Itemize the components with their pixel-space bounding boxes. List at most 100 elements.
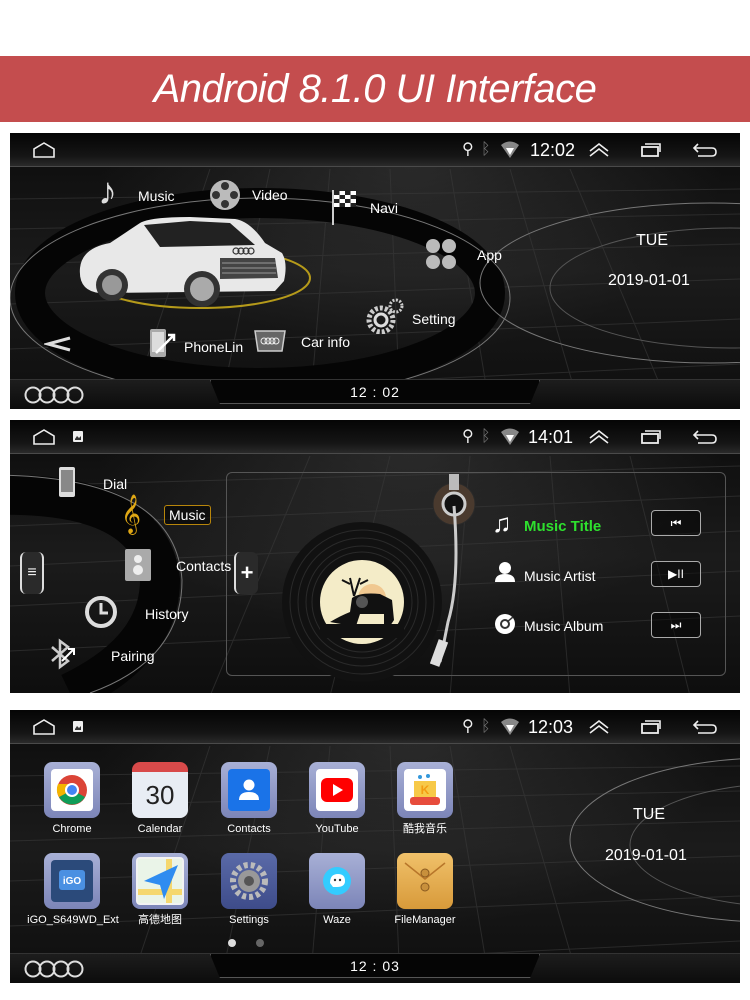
menu-drawer-button[interactable]: ≡ (20, 552, 44, 594)
audi-rings-logo[interactable] (24, 386, 86, 404)
page-indicator-dot-active[interactable] (228, 939, 236, 947)
previous-icon: ⏮ (670, 515, 682, 530)
previous-track-button[interactable]: ⏮ (651, 510, 701, 536)
expand-icon[interactable] (588, 718, 610, 734)
menu-app[interactable]: App (477, 247, 502, 263)
svg-text:K: K (421, 783, 430, 797)
svg-text:iGO: iGO (63, 876, 82, 887)
amap-arrow-icon (138, 859, 182, 903)
usb-icon: ⚲ (462, 428, 474, 445)
menu-dial[interactable]: Dial (103, 476, 127, 492)
wifi-icon (501, 718, 519, 735)
phone-link-icon[interactable] (146, 327, 178, 361)
bottom-bar: 12 : 03 (10, 953, 740, 983)
expand-icon[interactable] (588, 141, 610, 157)
bluetooth-pairing-icon[interactable] (44, 637, 78, 671)
film-reel-icon[interactable] (208, 178, 242, 212)
play-pause-button[interactable]: ▶II (651, 561, 701, 587)
car-image (79, 217, 286, 307)
envelope-folder-icon (404, 862, 446, 892)
date-label: 2019-01-01 (608, 272, 690, 289)
app-waze[interactable] (309, 853, 365, 909)
app-calendar[interactable]: 30 (132, 762, 188, 818)
menu-car-info[interactable]: Car info (301, 334, 350, 350)
contacts-person-icon (239, 779, 259, 800)
expand-icon[interactable] (588, 428, 610, 444)
recents-icon[interactable] (640, 142, 662, 158)
recents-icon[interactable] (640, 429, 662, 445)
status-bar: ⚲ ᛒ 12:03 (10, 710, 740, 744)
recents-icon[interactable] (640, 719, 662, 735)
track-artist: Music Artist (524, 568, 596, 584)
app-settings[interactable] (221, 853, 277, 909)
music-note-icon[interactable]: ♪ (98, 171, 117, 214)
next-track-button[interactable]: ⏭ (651, 612, 701, 638)
bottom-clock-pill: 12 : 03 (210, 954, 540, 978)
clock-history-icon[interactable] (84, 595, 118, 629)
treble-clef-icon[interactable]: 𝄞 (121, 495, 141, 534)
date-label: 2019-01-01 (605, 847, 687, 864)
chrome-icon (56, 775, 87, 805)
add-button[interactable]: + (234, 552, 258, 594)
app-kuwo-music[interactable]: K (397, 762, 453, 818)
app-label: FileManager (394, 914, 456, 926)
kuwo-music-icon: K (410, 774, 440, 805)
home-icon[interactable] (32, 719, 56, 735)
menu-video[interactable]: Video (252, 187, 288, 203)
album-disc-icon (495, 614, 515, 634)
usb-icon: ⚲ (462, 141, 474, 158)
contacts-book-icon[interactable] (124, 548, 154, 582)
app-filemanager[interactable] (397, 853, 453, 909)
app-label: Contacts (227, 823, 271, 835)
menu-music-selected[interactable]: Music (164, 505, 211, 525)
phone-icon[interactable] (58, 466, 76, 498)
status-time: 12:03 (528, 717, 574, 737)
app-amap[interactable] (132, 853, 188, 909)
menu-navi[interactable]: Navi (370, 200, 398, 216)
car-grille-icon[interactable] (252, 329, 288, 353)
app-label: YouTube (315, 823, 359, 835)
app-label: Waze (323, 914, 351, 926)
vinyl-record-album-art (282, 522, 442, 682)
menu-pairing[interactable]: Pairing (111, 648, 155, 664)
image-notification-icon (73, 431, 83, 442)
bluetooth-icon: ᛒ (481, 141, 491, 158)
apps-grid-icon[interactable] (425, 238, 457, 270)
home-icon[interactable] (32, 142, 56, 158)
tonearm (430, 474, 476, 667)
back-icon[interactable] (692, 142, 718, 158)
bottom-clock: 12 : 02 (350, 384, 400, 400)
app-chrome[interactable] (44, 762, 100, 818)
screen-home-launcher: ⚲ ᛒ 12:02 ♪ Music Video Navi App Setting (10, 133, 740, 409)
menu-history[interactable]: History (145, 606, 189, 622)
gear-icon[interactable] (366, 298, 406, 334)
play-pause-icon: ▶II (668, 567, 684, 581)
back-icon[interactable] (692, 429, 718, 445)
screen-app-drawer: ⚲ ᛒ 12:03 Chrome 30 Calendar Contacts Yo… (10, 710, 740, 983)
artist-person-icon (495, 562, 515, 582)
weekday-label: TUE (636, 232, 668, 249)
page-indicator-dot[interactable] (256, 939, 264, 947)
menu-setting[interactable]: Setting (412, 311, 456, 327)
menu-phonelink[interactable]: PhoneLink (184, 339, 244, 355)
youtube-play-icon (321, 778, 353, 802)
status-bar: ⚲ ᛒ 14:01 (10, 420, 740, 454)
app-igo[interactable]: iGO (44, 853, 100, 909)
music-note-icon: ♫ (492, 508, 512, 538)
menu-contacts[interactable]: Contacts (176, 558, 231, 574)
app-label: Calendar (137, 823, 183, 835)
chevron-left-icon[interactable] (44, 335, 72, 353)
usb-icon: ⚲ (462, 718, 474, 735)
app-contacts[interactable] (221, 762, 277, 818)
status-bar: ⚲ ᛒ 12:02 (10, 133, 740, 167)
app-youtube[interactable] (309, 762, 365, 818)
back-icon[interactable] (692, 719, 718, 735)
screen-bt-music: ⚲ ᛒ 14:01 Dial 𝄞 Music Contacts History … (10, 420, 740, 693)
audi-rings-logo[interactable] (24, 960, 86, 978)
bottom-clock: 12 : 03 (350, 958, 400, 974)
home-icon[interactable] (32, 429, 56, 445)
checkered-flag-icon[interactable] (330, 188, 358, 226)
bottom-bar: 12 : 02 (10, 379, 740, 409)
track-album: Music Album (524, 618, 604, 634)
menu-music[interactable]: Music (138, 188, 175, 204)
